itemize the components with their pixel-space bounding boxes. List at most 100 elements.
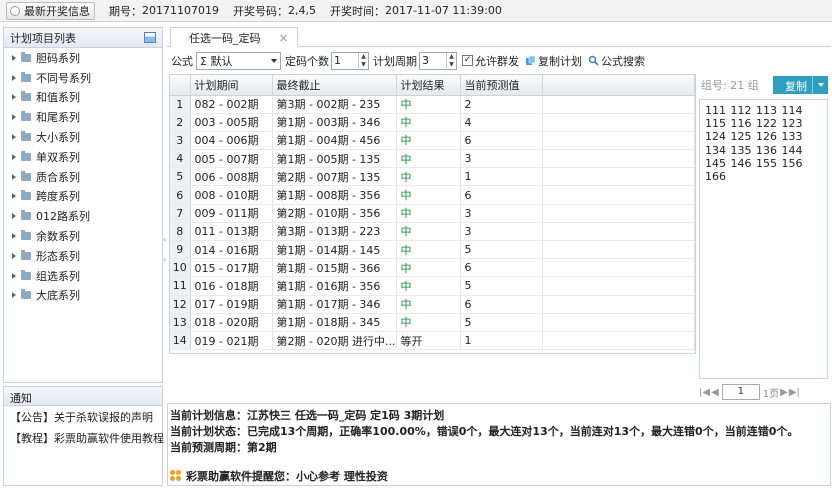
stepper-arrows-icon[interactable]: ▲ ▼	[446, 52, 456, 69]
table-row[interactable]: 3 004 - 006期 第1期 - 004期 - 456 中 6	[170, 131, 695, 151]
cell-prediction: 5	[460, 313, 543, 332]
cell-end: 第1期 - 004期 - 456	[272, 131, 397, 151]
expand-arrow-icon[interactable]	[12, 74, 16, 81]
header-period[interactable]: 计划期间	[190, 75, 273, 96]
group-panel: 组号: 21 组 复制 111 112 113 114 115 116 122 …	[699, 75, 828, 403]
last-page-icon[interactable]: ▶|	[789, 387, 800, 398]
copy-plan-button[interactable]: 复制计划	[538, 53, 582, 69]
tree-item[interactable]: 和值系列	[4, 88, 162, 108]
formula-value: Σ 默认	[200, 54, 233, 68]
tree-item[interactable]: 余数系列	[4, 226, 162, 246]
row-number: 5	[170, 167, 191, 187]
cell-prediction: 1	[460, 167, 543, 187]
cell-filler	[542, 276, 695, 296]
plan-list-title: 计划项目列表	[10, 31, 76, 45]
cell-prediction: 2	[460, 95, 543, 114]
tree-item[interactable]: 012路系列	[4, 206, 162, 226]
plan-info-panel: 当前计划信息：江苏快三 任选一码_定码 定1码 3期计划 当前计划状态：已完成1…	[167, 403, 831, 486]
expand-arrow-icon[interactable]	[12, 173, 16, 180]
period-value: 20171107019	[142, 4, 219, 17]
cell-filler	[542, 204, 695, 223]
row-number: 2	[170, 113, 191, 132]
table-row[interactable]: 7 009 - 011期 第2期 - 010期 - 356 中 3	[170, 204, 695, 223]
latest-draw-button[interactable]: 最新开奖信息	[6, 1, 95, 20]
chevron-down-icon[interactable]	[812, 76, 828, 94]
folder-icon	[21, 190, 31, 201]
folder-icon	[21, 71, 31, 82]
expand-arrow-icon[interactable]	[12, 193, 16, 200]
expand-arrow-icon[interactable]	[12, 134, 16, 141]
tree-item-label: 组选系列	[36, 269, 80, 283]
close-icon[interactable]: ×	[279, 31, 289, 45]
allow-broadcast-checkbox[interactable]: ✓	[462, 55, 473, 66]
notice-item-tutorial[interactable]: 【教程】彩票助赢软件使用教程	[4, 427, 164, 448]
cell-prediction: 6	[460, 258, 543, 278]
tree-item[interactable]: 大底系列	[4, 286, 162, 306]
expand-arrow-icon[interactable]	[12, 54, 16, 61]
first-page-icon[interactable]: |◀	[699, 387, 710, 398]
tip-text: 彩票助赢软件提醒您：小心参考 理性投资	[186, 470, 388, 483]
table-row[interactable]: 11 016 - 018期 第1期 - 016期 - 356 中 5	[170, 276, 695, 296]
tree-item[interactable]: 大小系列	[4, 127, 162, 147]
table-row[interactable]: 6 008 - 010期 第1期 - 008期 - 356 中 6	[170, 185, 695, 205]
expand-arrow-icon[interactable]	[12, 213, 16, 220]
cell-end: 第1期 - 016期 - 356	[272, 276, 397, 296]
page-input[interactable]: 1	[721, 384, 760, 400]
table-row[interactable]: 14 019 - 021期 第2期 - 020期 进行中... 等开 1	[170, 331, 695, 351]
expand-arrow-icon[interactable]	[12, 292, 16, 299]
cell-end: 第1期 - 003期 - 346	[272, 113, 397, 132]
formula-search-button[interactable]: 公式搜索	[601, 53, 645, 69]
folder-icon	[21, 230, 31, 241]
table-row[interactable]: 1 082 - 002期 第3期 - 002期 - 235 中 2	[170, 95, 695, 114]
table-row[interactable]: 12 017 - 019期 第1期 - 017期 - 346 中 6	[170, 295, 695, 314]
group-count-label: 组号: 21 组	[701, 79, 759, 92]
expand-arrow-icon[interactable]	[12, 94, 16, 101]
tree-item[interactable]: 跨度系列	[4, 187, 162, 207]
cell-period: 009 - 011期	[190, 204, 273, 223]
expand-arrow-icon[interactable]	[12, 153, 16, 160]
tree-item[interactable]: 胆码系列	[4, 48, 162, 68]
cell-filler	[542, 313, 695, 332]
cell-period: 016 - 018期	[190, 276, 273, 296]
cell-prediction: 1	[460, 331, 543, 351]
table-row[interactable]: 13 018 - 020期 第1期 - 018期 - 345 中 5	[170, 313, 695, 332]
header-end[interactable]: 最终截止	[272, 75, 397, 96]
folder-icon	[21, 51, 31, 62]
next-page-icon[interactable]: ▶	[780, 387, 788, 398]
collapse-panel-icon[interactable]	[144, 32, 156, 43]
notice-item-announcement[interactable]: 【公告】关于杀软误报的声明	[4, 406, 162, 427]
cell-end: 第3期 - 013期 - 223	[272, 222, 397, 242]
table-row[interactable]: 5 006 - 008期 第2期 - 007期 - 135 中 1	[170, 167, 695, 187]
tree-item[interactable]: 和尾系列	[4, 107, 162, 127]
flower-icon	[170, 470, 182, 482]
table-row[interactable]: 8 011 - 013期 第3期 - 013期 - 223 中 3	[170, 222, 695, 242]
cell-prediction: 3	[460, 204, 543, 223]
table-row[interactable]: 9 014 - 016期 第1期 - 014期 - 145 中 5	[170, 240, 695, 260]
table-row[interactable]: 10 015 - 017期 第1期 - 015期 - 366 中 6	[170, 258, 695, 278]
count-stepper[interactable]: 1 ▲ ▼	[331, 51, 369, 70]
cell-result: 中	[396, 95, 461, 114]
tree-item[interactable]: 组选系列	[4, 266, 162, 286]
tree-item[interactable]: 质合系列	[4, 167, 162, 187]
table-row[interactable]: 4 005 - 007期 第1期 - 005期 - 135 中 3	[170, 149, 695, 169]
row-number: 4	[170, 149, 191, 169]
expand-arrow-icon[interactable]	[12, 233, 16, 240]
prev-page-icon[interactable]: ◀	[711, 387, 719, 398]
tab-plan[interactable]: 任选一码_定码 ×	[170, 27, 298, 48]
formula-select[interactable]: Σ 默认	[196, 51, 281, 70]
copy-button[interactable]: 复制	[773, 76, 828, 94]
tree-item-label: 胆码系列	[36, 51, 80, 65]
table-row[interactable]: 2 003 - 005期 第1期 - 003期 - 346 中 4	[170, 113, 695, 132]
expand-arrow-icon[interactable]	[12, 272, 16, 279]
header-result[interactable]: 计划结果	[396, 75, 461, 96]
tree-item[interactable]: 不同号系列	[4, 68, 162, 88]
folder-icon	[21, 210, 31, 221]
tree-item[interactable]: 形态系列	[4, 246, 162, 266]
tree-item[interactable]: 单双系列	[4, 147, 162, 167]
expand-arrow-icon[interactable]	[12, 114, 16, 121]
expand-arrow-icon[interactable]	[12, 252, 16, 259]
stepper-arrows-icon[interactable]: ▲ ▼	[358, 52, 368, 69]
header-prediction[interactable]: 当前预测值	[460, 75, 543, 96]
cycle-stepper[interactable]: 3 ▲ ▼	[419, 51, 457, 70]
group-numbers[interactable]: 111 112 113 114 115 116 122 123 124 125 …	[699, 99, 828, 379]
